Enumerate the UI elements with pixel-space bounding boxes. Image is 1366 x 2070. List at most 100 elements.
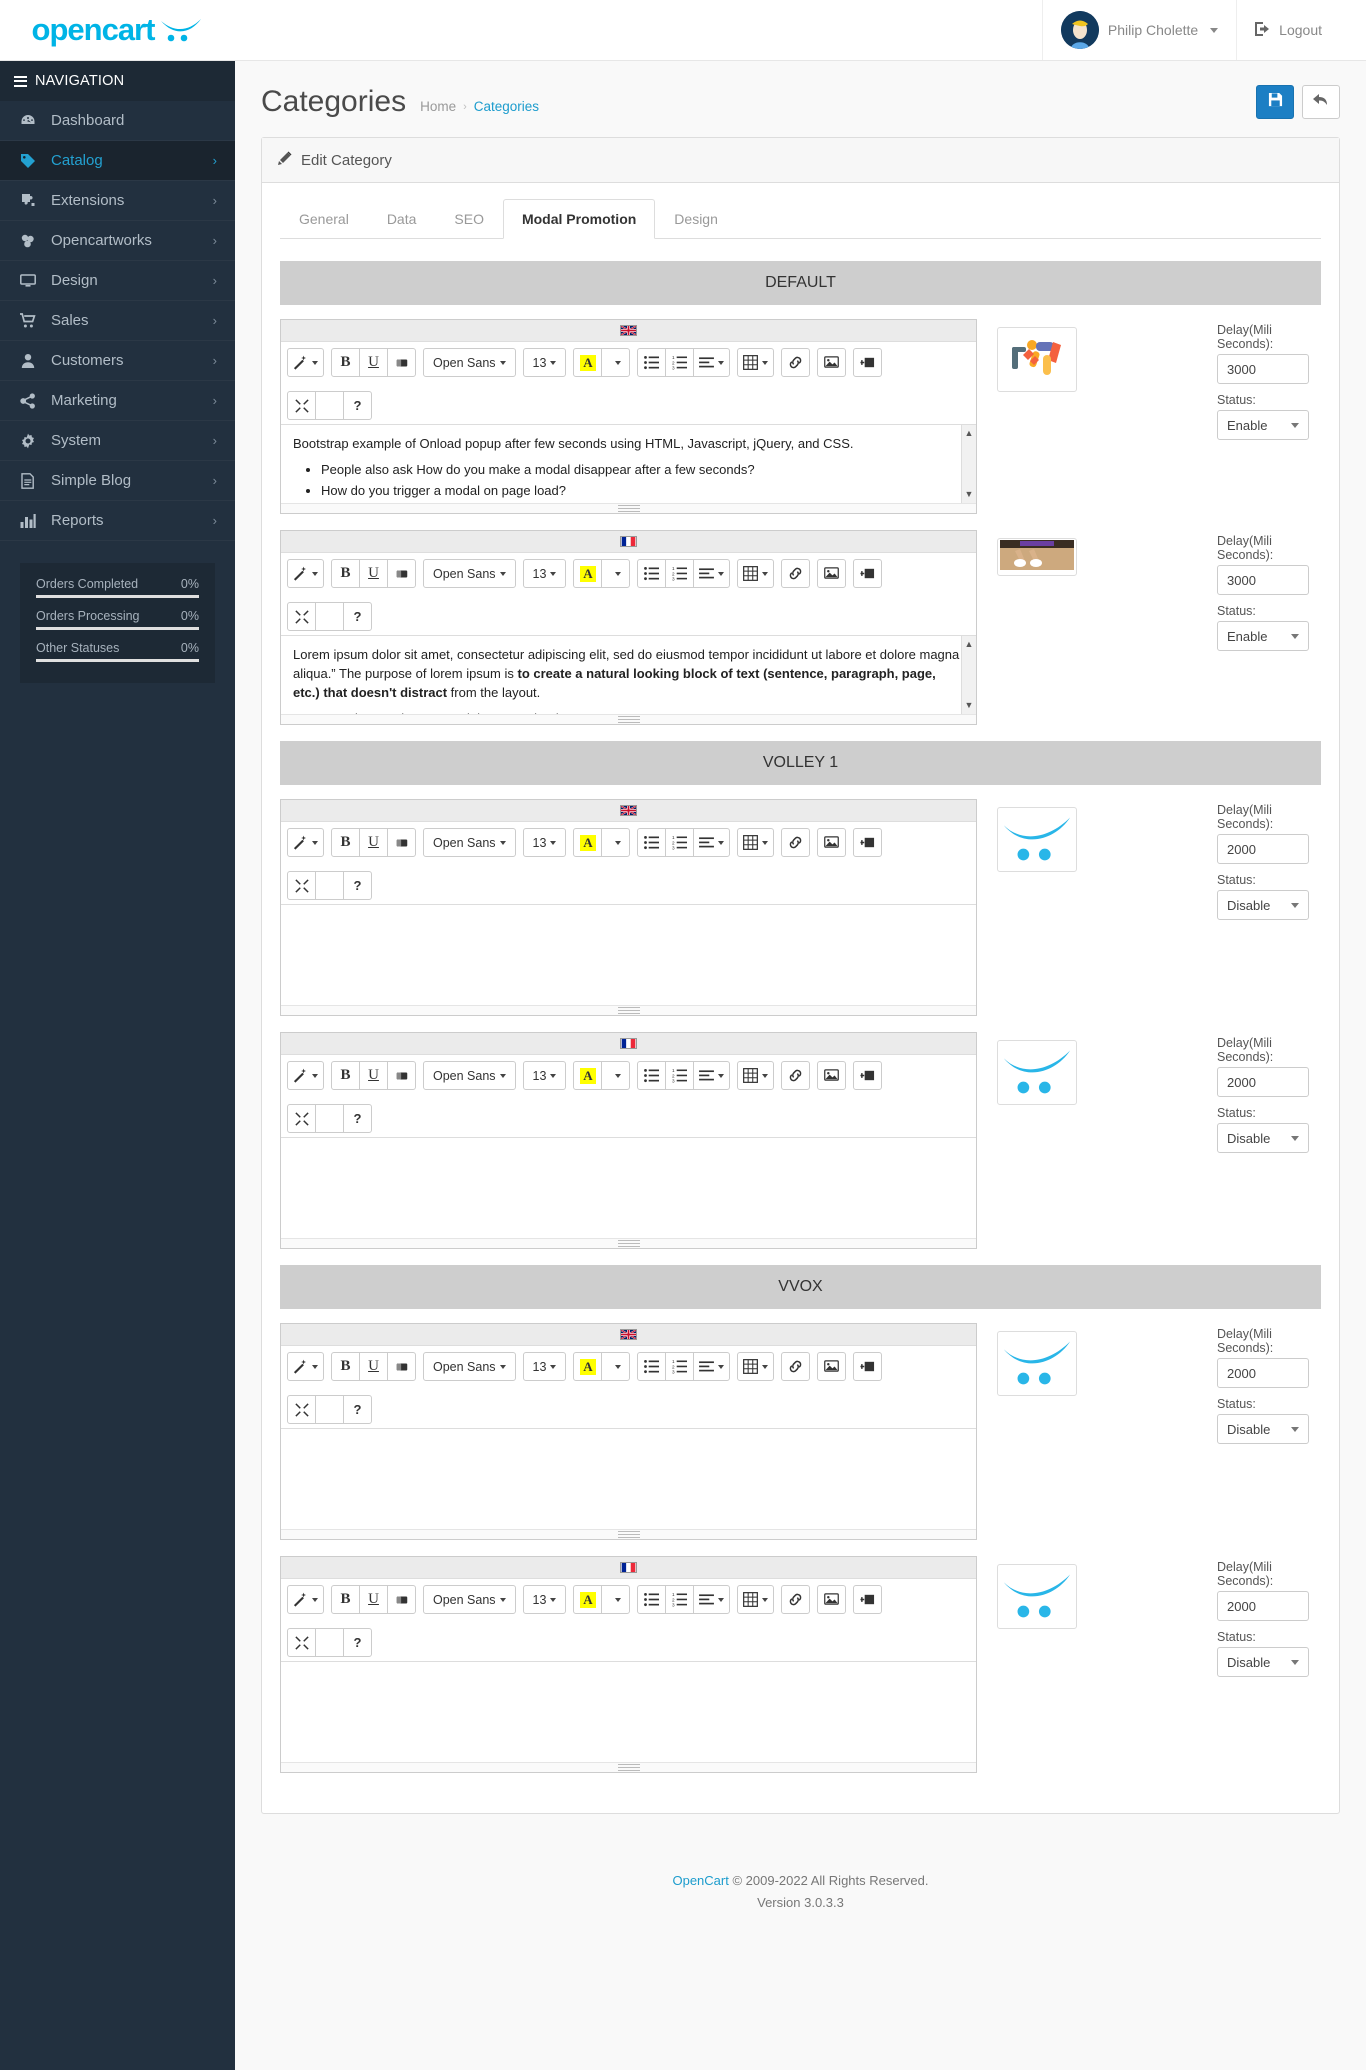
toolbar-magic-button[interactable] (287, 1061, 324, 1090)
status-select[interactable]: Enable (1217, 410, 1309, 440)
toolbar-font-color-button[interactable]: A (573, 348, 603, 377)
toolbar-unordered-list-button[interactable] (637, 348, 667, 377)
toolbar-magic-button[interactable] (287, 1352, 324, 1381)
toolbar-unordered-list-button[interactable] (637, 1585, 667, 1614)
toolbar-underline-button[interactable]: U (359, 348, 388, 377)
toolbar-eraser-button[interactable] (387, 1585, 416, 1614)
toolbar-font-color-dropdown[interactable] (601, 828, 631, 857)
tab-design[interactable]: Design (655, 199, 737, 239)
status-select[interactable]: Disable (1217, 890, 1309, 920)
toolbar-font-size-select[interactable]: 13 (522, 1061, 567, 1090)
toolbar-bold-button[interactable]: B (331, 559, 360, 588)
toolbar-paragraph-button[interactable] (693, 348, 731, 377)
toolbar-video-button[interactable] (853, 348, 883, 377)
toolbar-font-family-select[interactable]: Open Sans (423, 559, 516, 588)
sidebar-item-reports[interactable]: Reports › (0, 501, 235, 541)
toolbar-font-color-button[interactable]: A (573, 1585, 603, 1614)
toolbar-font-size-select[interactable]: 13 (522, 559, 567, 588)
toolbar-table-button[interactable] (737, 1352, 775, 1381)
toolbar-help-button[interactable]: ? (343, 1395, 372, 1424)
scroll-up-arrow[interactable]: ▲ (965, 427, 974, 440)
editor-resize-handle[interactable] (281, 1238, 976, 1248)
breadcrumb-item-categories[interactable]: Categories (474, 99, 539, 114)
editor-text-area[interactable] (281, 1429, 976, 1529)
status-select[interactable]: Disable (1217, 1647, 1309, 1677)
sidebar-item-catalog[interactable]: Catalog › (0, 141, 235, 181)
footer-link-opencart[interactable]: OpenCart (672, 1873, 728, 1888)
toolbar-unordered-list-button[interactable] (637, 1352, 667, 1381)
editor-resize-handle[interactable] (281, 1005, 976, 1015)
toolbar-font-family-select[interactable]: Open Sans (423, 1061, 516, 1090)
toolbar-unordered-list-button[interactable] (637, 559, 667, 588)
toolbar-bold-button[interactable]: B (331, 1352, 360, 1381)
breadcrumb-item-home[interactable]: Home (420, 99, 456, 114)
editor-text-area[interactable] (281, 1138, 976, 1238)
editor-resize-handle[interactable] (281, 714, 976, 724)
toolbar-ordered-list-button[interactable]: 123 (665, 1352, 695, 1381)
logo[interactable]: opencart (0, 0, 235, 61)
scroll-down-arrow[interactable]: ▼ (965, 488, 974, 501)
toolbar-fullscreen-button[interactable] (287, 1395, 316, 1424)
toolbar-link-button[interactable] (781, 1585, 811, 1614)
toolbar-font-color-button[interactable]: A (573, 828, 603, 857)
toolbar-underline-button[interactable]: U (359, 828, 388, 857)
toolbar-font-color-button[interactable]: A (573, 559, 603, 588)
toolbar-code-view-button[interactable] (315, 1104, 344, 1133)
toolbar-picture-button[interactable] (817, 1585, 847, 1614)
delay-input[interactable]: 2000 (1217, 834, 1309, 864)
toolbar-ordered-list-button[interactable]: 123 (665, 348, 695, 377)
editor-scrollbar[interactable]: ▲ ▼ (961, 636, 976, 714)
delay-input[interactable]: 3000 (1217, 354, 1309, 384)
toolbar-underline-button[interactable]: U (359, 559, 388, 588)
editor-text-area[interactable] (281, 905, 976, 1005)
toolbar-link-button[interactable] (781, 348, 811, 377)
toolbar-picture-button[interactable] (817, 1352, 847, 1381)
toolbar-fullscreen-button[interactable] (287, 1104, 316, 1133)
toolbar-code-view-button[interactable] (315, 1628, 344, 1657)
toolbar-video-button[interactable] (853, 1585, 883, 1614)
toolbar-picture-button[interactable] (817, 1061, 847, 1090)
delay-input[interactable]: 2000 (1217, 1591, 1309, 1621)
toolbar-table-button[interactable] (737, 348, 775, 377)
toolbar-paragraph-button[interactable] (693, 828, 731, 857)
toolbar-link-button[interactable] (781, 828, 811, 857)
toolbar-font-size-select[interactable]: 13 (522, 1352, 567, 1381)
editor-scrollbar[interactable]: ▲ ▼ (961, 425, 976, 503)
toolbar-bold-button[interactable]: B (331, 348, 360, 377)
toolbar-eraser-button[interactable] (387, 828, 416, 857)
scroll-up-arrow[interactable]: ▲ (965, 638, 974, 651)
nav-title[interactable]: NAVIGATION (0, 61, 235, 101)
toolbar-eraser-button[interactable] (387, 1061, 416, 1090)
editor-text-area[interactable]: Lorem ipsum dolor sit amet, consectetur … (281, 636, 976, 714)
toolbar-font-size-select[interactable]: 13 (522, 348, 567, 377)
toolbar-bold-button[interactable]: B (331, 1585, 360, 1614)
toolbar-bold-button[interactable]: B (331, 828, 360, 857)
toolbar-font-family-select[interactable]: Open Sans (423, 1352, 516, 1381)
toolbar-code-view-button[interactable] (315, 391, 344, 420)
toolbar-magic-button[interactable] (287, 828, 324, 857)
sidebar-item-extensions[interactable]: Extensions › (0, 181, 235, 221)
sidebar-item-opencartworks[interactable]: Opencartworks › (0, 221, 235, 261)
toolbar-ordered-list-button[interactable]: 123 (665, 559, 695, 588)
toolbar-picture-button[interactable] (817, 348, 847, 377)
status-select[interactable]: Disable (1217, 1414, 1309, 1444)
toolbar-eraser-button[interactable] (387, 1352, 416, 1381)
tab-seo[interactable]: SEO (435, 199, 503, 239)
editor-resize-handle[interactable] (281, 503, 976, 513)
toolbar-help-button[interactable]: ? (343, 602, 372, 631)
toolbar-table-button[interactable] (737, 559, 775, 588)
sidebar-item-customers[interactable]: Customers › (0, 341, 235, 381)
logout-button[interactable]: Logout (1236, 0, 1340, 60)
tab-general[interactable]: General (280, 199, 368, 239)
scroll-down-arrow[interactable]: ▼ (965, 699, 974, 712)
toolbar-video-button[interactable] (853, 1061, 883, 1090)
toolbar-help-button[interactable]: ? (343, 1628, 372, 1657)
user-menu[interactable]: Philip Cholette (1041, 0, 1236, 60)
sidebar-item-system[interactable]: System › (0, 421, 235, 461)
toolbar-code-view-button[interactable] (315, 602, 344, 631)
promotion-thumbnail[interactable] (997, 1331, 1077, 1396)
toolbar-ordered-list-button[interactable]: 123 (665, 1061, 695, 1090)
sidebar-item-sales[interactable]: Sales › (0, 301, 235, 341)
promotion-thumbnail[interactable] (997, 538, 1077, 576)
toolbar-code-view-button[interactable] (315, 1395, 344, 1424)
